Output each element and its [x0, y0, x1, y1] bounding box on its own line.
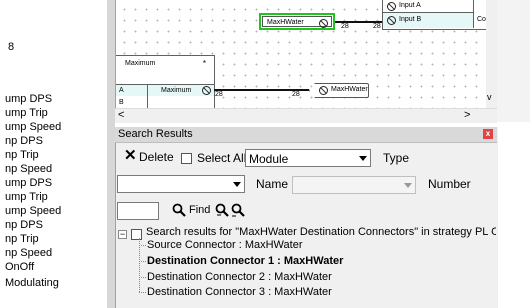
input-a-label: Input A	[399, 2, 421, 9]
connector-icon	[319, 86, 328, 95]
row-b-label: B	[119, 99, 124, 106]
result-item[interactable]: Destination Connector 3 : MaxHWater	[147, 286, 332, 298]
strategy-tree-panel: 8 ump DPS ump Trip ump Speed np DPS np T…	[0, 0, 107, 308]
connector-icon	[319, 19, 328, 28]
maxhwater-selected-connector[interactable]: MaxHWater	[259, 13, 335, 30]
canvas-horizontal-scrollbar[interactable]: < >	[115, 108, 497, 123]
tree-item[interactable]: np DPS	[5, 219, 43, 231]
tree-item[interactable]: np Speed	[5, 163, 52, 175]
find-previous-icon[interactable]	[215, 203, 229, 217]
tree-item[interactable]: np DPS	[5, 135, 43, 147]
tree-item[interactable]: Modulating	[5, 277, 59, 289]
chevron-down-icon[interactable]	[359, 156, 367, 161]
chevron-down-icon[interactable]	[233, 182, 241, 187]
find-label: Find	[189, 204, 211, 216]
connector-icon	[387, 2, 396, 11]
tree-scrollbar[interactable]	[107, 0, 115, 308]
tree-item[interactable]: ump Trip	[5, 191, 48, 203]
type-label: Type	[383, 151, 410, 165]
scroll-right-arrow[interactable]: >	[464, 109, 470, 121]
type-combo-value: Module	[249, 152, 289, 166]
maximum-star: *	[202, 59, 206, 68]
tree-item[interactable]: ump DPS	[5, 93, 52, 105]
tree-item[interactable]: ump Trip	[5, 107, 48, 119]
connection-number: 28	[373, 23, 381, 30]
tree-item[interactable]: ump DPS	[5, 177, 52, 189]
row-a-label: A	[119, 87, 124, 94]
results-header: Search results for "MaxHWater Destinatio…	[146, 226, 496, 238]
search-results-header: Search Results x	[115, 127, 497, 143]
chevron-down-icon	[404, 183, 412, 188]
select-all-checkbox[interactable]	[181, 152, 192, 164]
scroll-left-arrow[interactable]: <	[118, 109, 124, 121]
results-checkbox[interactable]	[131, 229, 142, 240]
close-icon[interactable]: x	[483, 129, 493, 139]
tree-item[interactable]: np Trip	[5, 233, 39, 245]
tree-item[interactable]: OnOff	[5, 261, 34, 273]
compare-module[interactable]: Input A Input B Comp	[382, 0, 498, 30]
connection-number: 28	[341, 23, 349, 30]
number-combo	[292, 176, 416, 194]
connection-number: 28	[292, 91, 300, 98]
maxhwater-output-connector[interactable]: MaxHWater	[309, 83, 369, 98]
result-item[interactable]: Destination Connector 2 : MaxHWater	[147, 271, 332, 283]
right-lower-area	[497, 122, 530, 308]
name-label: Name	[256, 177, 289, 191]
type-combo[interactable]: Module	[245, 149, 371, 167]
tree-item[interactable]: ump Speed	[5, 121, 61, 133]
result-item[interactable]: Source Connector : MaxHWater	[147, 239, 302, 251]
maxhwater-label: MaxHWater	[267, 19, 304, 26]
tree-collapse-toggle[interactable]: −	[118, 230, 127, 239]
tree-item[interactable]: ump Speed	[5, 205, 61, 217]
select-all-label: Select All	[197, 151, 247, 165]
tree-item[interactable]: np Speed	[5, 247, 52, 259]
delete-label: Delete	[139, 150, 174, 164]
maximum-module[interactable]: Maximum * A B Maximum	[116, 55, 215, 112]
strategy-canvas[interactable]: Input A Input B Comp MaxHWater 28 28 Max…	[115, 0, 498, 122]
result-item-selected[interactable]: Destination Connector 1 : MaxHWater	[147, 255, 343, 267]
connection-number: 28	[215, 91, 223, 98]
connector-icon	[202, 86, 211, 95]
input-b-label: Input B	[399, 16, 422, 23]
magnifier-icon	[172, 203, 186, 217]
checkbox-box[interactable]	[181, 152, 192, 164]
tree-item[interactable]: np Trip	[5, 149, 39, 161]
maxhwater-output-label: MaxHWater	[331, 86, 368, 93]
right-gutter	[497, 0, 530, 122]
tree-stray-digit: 8	[8, 41, 15, 53]
number-label: Number	[428, 177, 471, 191]
scroll-down-arrow[interactable]: v	[487, 92, 492, 102]
search-results-title: Search Results	[118, 128, 193, 140]
connector-icon	[387, 16, 396, 25]
delete-x-icon: ✕	[124, 147, 137, 164]
maximum-output-label: Maximum	[161, 87, 192, 94]
canvas-vertical-scrollbar[interactable]: v	[486, 0, 497, 108]
maximum-header: Maximum	[125, 60, 156, 67]
name-combo[interactable]	[117, 175, 245, 193]
find-input[interactable]	[117, 202, 159, 220]
find-next-icon[interactable]	[231, 203, 245, 217]
